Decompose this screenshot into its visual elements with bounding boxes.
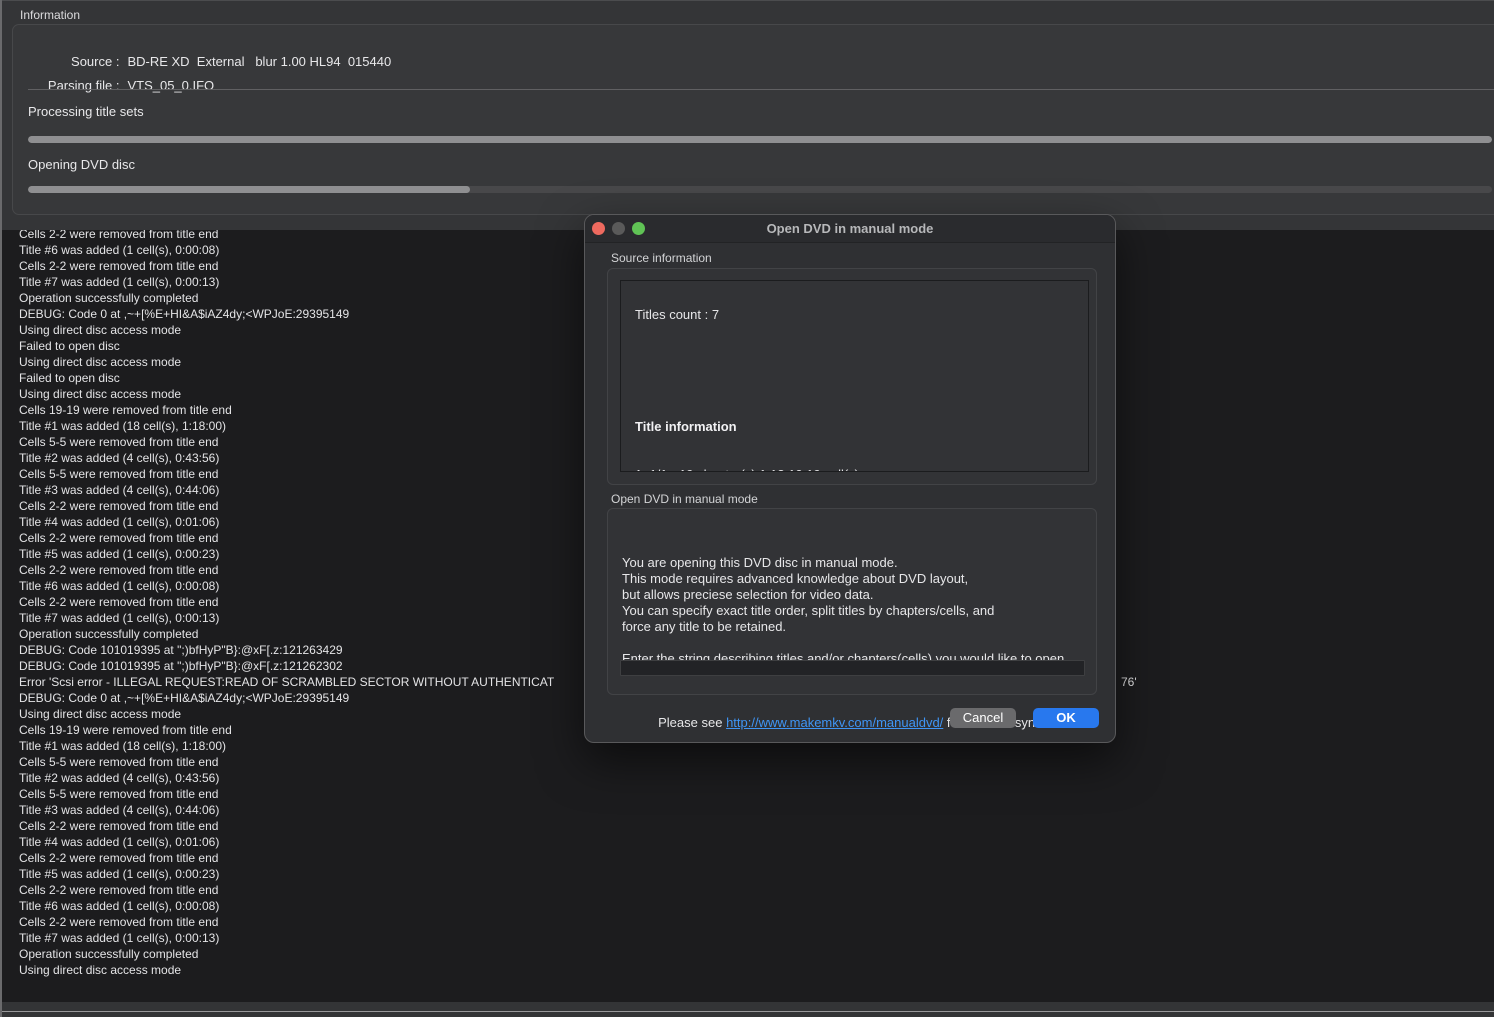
source-information-group-label: Source information <box>611 251 712 265</box>
log-line: Cells 5-5 were removed from title end <box>19 466 554 482</box>
source-information-groupbox: Titles count : 7 Title information 1: 1/… <box>607 268 1097 485</box>
log-line: Using direct disc access mode <box>19 354 554 370</box>
log-line: Title #6 was added (1 cell(s), 0:00:08) <box>19 578 554 594</box>
log-line: Cells 5-5 were removed from title end <box>19 786 554 802</box>
log-line: Using direct disc access mode <box>19 962 554 978</box>
source-information-textbox[interactable]: Titles count : 7 Title information 1: 1/… <box>620 280 1089 472</box>
manual-mode-text-line: but allows preciese selection for video … <box>622 587 1068 603</box>
log-line: Operation successfully completed <box>19 626 554 642</box>
log-line: Cells 2-2 were removed from title end <box>19 258 554 274</box>
log-line: Cells 2-2 were removed from title end <box>19 850 554 866</box>
log-line: Cells 5-5 were removed from title end <box>19 754 554 770</box>
log-line-overflow-fragment: 76' <box>1121 674 1137 690</box>
cancel-button[interactable]: Cancel <box>950 708 1016 728</box>
log-lines: Cells 2-2 were removed from title endTit… <box>19 230 554 978</box>
log-line: Using direct disc access mode <box>19 322 554 338</box>
log-line: Title #3 was added (4 cell(s), 0:44:06) <box>19 802 554 818</box>
spacer <box>635 355 859 387</box>
window-left-border <box>0 0 2 1017</box>
log-line: DEBUG: Code 0 at ,~+[%E+HI&A$iAZ4dy;<WPJ… <box>19 690 554 706</box>
log-line: Cells 2-2 were removed from title end <box>19 498 554 514</box>
minimize-icon[interactable] <box>612 222 625 235</box>
manual-mode-body-lines: You are opening this DVD disc in manual … <box>622 555 1068 667</box>
log-line: Cells 2-2 were removed from title end <box>19 562 554 578</box>
parsing-file-label: Parsing file : <box>42 78 119 93</box>
log-line: Title #5 was added (1 cell(s), 0:00:23) <box>19 866 554 882</box>
log-line: Cells 2-2 were removed from title end <box>19 594 554 610</box>
log-line: Title #6 was added (1 cell(s), 0:00:08) <box>19 242 554 258</box>
close-icon[interactable] <box>592 222 605 235</box>
log-line: Title #6 was added (1 cell(s), 0:00:08) <box>19 898 554 914</box>
log-line: Cells 2-2 were removed from title end <box>19 914 554 930</box>
manual-mode-text-line <box>622 635 1068 651</box>
bottom-divider-line <box>0 1011 1494 1012</box>
link-line-prefix: Please see <box>658 715 726 730</box>
parsing-file-value: VTS_05_0.IFO <box>127 78 214 93</box>
log-line: DEBUG: Code 101019395 at ";)bfHyP"B}:@xF… <box>19 642 554 658</box>
log-line: DEBUG: Code 101019395 at ";)bfHyP"B}:@xF… <box>19 658 554 674</box>
log-line: Failed to open disc <box>19 370 554 386</box>
log-line: DEBUG: Code 0 at ,~+[%E+HI&A$iAZ4dy;<WPJ… <box>19 306 554 322</box>
log-line: Title #7 was added (1 cell(s), 0:00:13) <box>19 930 554 946</box>
manualdvd-syntax-link[interactable]: http://www.makemkv.com/manualdvd/ <box>726 715 943 730</box>
log-line: Operation successfully completed <box>19 290 554 306</box>
log-line: Cells 5-5 were removed from title end <box>19 434 554 450</box>
log-line: Cells 2-2 were removed from title end <box>19 882 554 898</box>
task1-label: Processing title sets <box>28 104 144 119</box>
task2-label: Opening DVD disc <box>28 157 135 172</box>
log-line: Cells 2-2 were removed from title end <box>19 530 554 546</box>
dialog-title: Open DVD in manual mode <box>585 215 1115 243</box>
window-top-border <box>0 0 1494 1</box>
log-line: Using direct disc access mode <box>19 706 554 722</box>
log-line: Title #4 was added (1 cell(s), 0:01:06) <box>19 834 554 850</box>
title-info-line: 1: 1/1 - 19 chapter(s) 1:18:10 19 cell(s… <box>635 467 859 472</box>
log-line: Operation successfully completed <box>19 946 554 962</box>
manual-mode-text-line: You can specify exact title order, split… <box>622 603 1068 619</box>
log-line: Title #7 was added (1 cell(s), 0:00:13) <box>19 610 554 626</box>
log-line: Using direct disc access mode <box>19 386 554 402</box>
log-line: Failed to open disc <box>19 338 554 354</box>
dialog-titlebar[interactable]: Open DVD in manual mode <box>585 215 1115 243</box>
app-window: Information Source :BD-RE XD External bl… <box>0 0 1494 1017</box>
log-line: Title #5 was added (1 cell(s), 0:00:23) <box>19 546 554 562</box>
manual-mode-text-line: You are opening this DVD disc in manual … <box>622 555 1068 571</box>
log-line: Title #3 was added (4 cell(s), 0:44:06) <box>19 482 554 498</box>
log-line: Cells 19-19 were removed from title end <box>19 722 554 738</box>
log-line: Error 'Scsi error - ILLEGAL REQUEST:READ… <box>19 674 554 690</box>
title-information-header: Title information <box>635 419 859 435</box>
source-information-text: Titles count : 7 Title information 1: 1/… <box>635 280 859 472</box>
log-line: Title #2 was added (4 cell(s), 0:43:56) <box>19 450 554 466</box>
task1-progress-fill <box>28 136 1492 143</box>
ok-button[interactable]: OK <box>1033 708 1099 728</box>
task2-progress-fill <box>28 186 470 193</box>
open-dvd-manual-mode-dialog: Open DVD in manual mode Source informati… <box>584 214 1116 743</box>
info-separator <box>28 89 1494 90</box>
task1-progressbar <box>28 136 1492 143</box>
title-lines: 1: 1/1 - 19 chapter(s) 1:18:10 19 cell(s… <box>635 467 859 472</box>
log-line: Cells 2-2 were removed from title end <box>19 818 554 834</box>
log-line: Title #1 was added (18 cell(s), 1:18:00) <box>19 418 554 434</box>
zoom-icon[interactable] <box>632 222 645 235</box>
log-line: Cells 19-19 were removed from title end <box>19 402 554 418</box>
manual-mode-text-line: This mode requires advanced knowledge ab… <box>622 571 1068 587</box>
title-string-input[interactable] <box>620 660 1085 676</box>
log-line: Title #1 was added (18 cell(s), 1:18:00) <box>19 738 554 754</box>
manual-mode-text-line: force any title to be retained. <box>622 619 1068 635</box>
log-line: Title #4 was added (1 cell(s), 0:01:06) <box>19 514 554 530</box>
task2-progressbar <box>28 186 1492 193</box>
bottom-status-strip <box>0 1002 1494 1017</box>
manual-mode-group-label: Open DVD in manual mode <box>611 492 758 506</box>
log-line: Cells 2-2 were removed from title end <box>19 230 554 242</box>
log-line: Title #2 was added (4 cell(s), 0:43:56) <box>19 770 554 786</box>
parsing-file-row: Parsing file : VTS_05_0.IFO <box>28 63 214 108</box>
information-group-label: Information <box>20 8 80 22</box>
manual-mode-groupbox: You are opening this DVD disc in manual … <box>607 508 1097 695</box>
titles-count-line: Titles count : 7 <box>635 307 859 323</box>
log-line: Title #7 was added (1 cell(s), 0:00:13) <box>19 274 554 290</box>
